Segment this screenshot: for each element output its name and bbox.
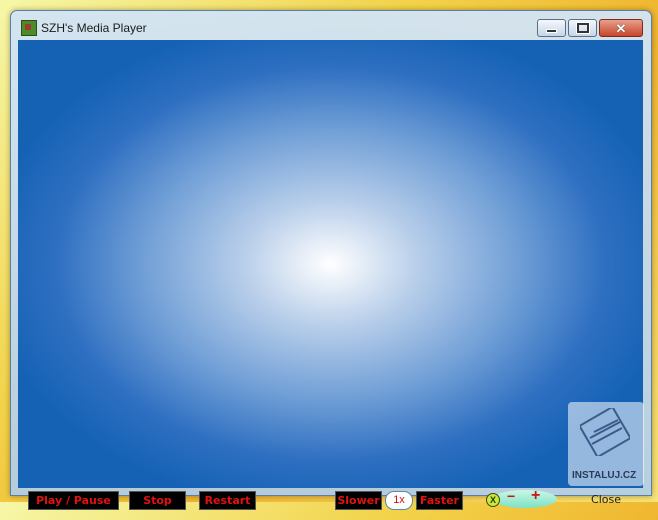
stop-button[interactable]: Stop [129, 491, 186, 510]
play-pause-button[interactable]: Play / Pause [28, 491, 119, 510]
close-icon: ✕ [615, 20, 627, 36]
watermark-text: INSTALUJ.CZ [572, 470, 637, 481]
mute-button[interactable]: X [486, 493, 500, 507]
instaluj-logo-icon [580, 408, 630, 456]
close-window-button[interactable]: ✕ [599, 19, 643, 37]
watermark: INSTALUJ.CZ [568, 402, 644, 486]
media-player-window: SZH's Media Player ✕ Play / Pause Stop R… [10, 10, 652, 510]
faster-button[interactable]: Faster [416, 491, 463, 510]
title-bar[interactable]: SZH's Media Player ✕ [11, 11, 651, 39]
video-area[interactable]: Play / Pause Stop Restart Slower 1x Fast… [18, 40, 643, 510]
minimize-button[interactable] [537, 19, 566, 37]
maximize-icon [576, 23, 589, 33]
app-icon [21, 20, 37, 36]
slower-button[interactable]: Slower [335, 491, 382, 510]
maximize-button[interactable] [568, 19, 597, 37]
volume-control[interactable]: − + [493, 487, 557, 508]
speed-indicator: 1x [385, 491, 413, 510]
playback-controls: Play / Pause Stop Restart Slower 1x Fast… [18, 487, 643, 520]
minimize-icon [546, 28, 557, 33]
caption-buttons: ✕ [535, 19, 643, 37]
restart-button[interactable]: Restart [199, 491, 256, 510]
close-button[interactable]: Close [581, 491, 631, 508]
window-title: SZH's Media Player [41, 21, 147, 35]
volume-up-button[interactable]: + [531, 487, 540, 505]
